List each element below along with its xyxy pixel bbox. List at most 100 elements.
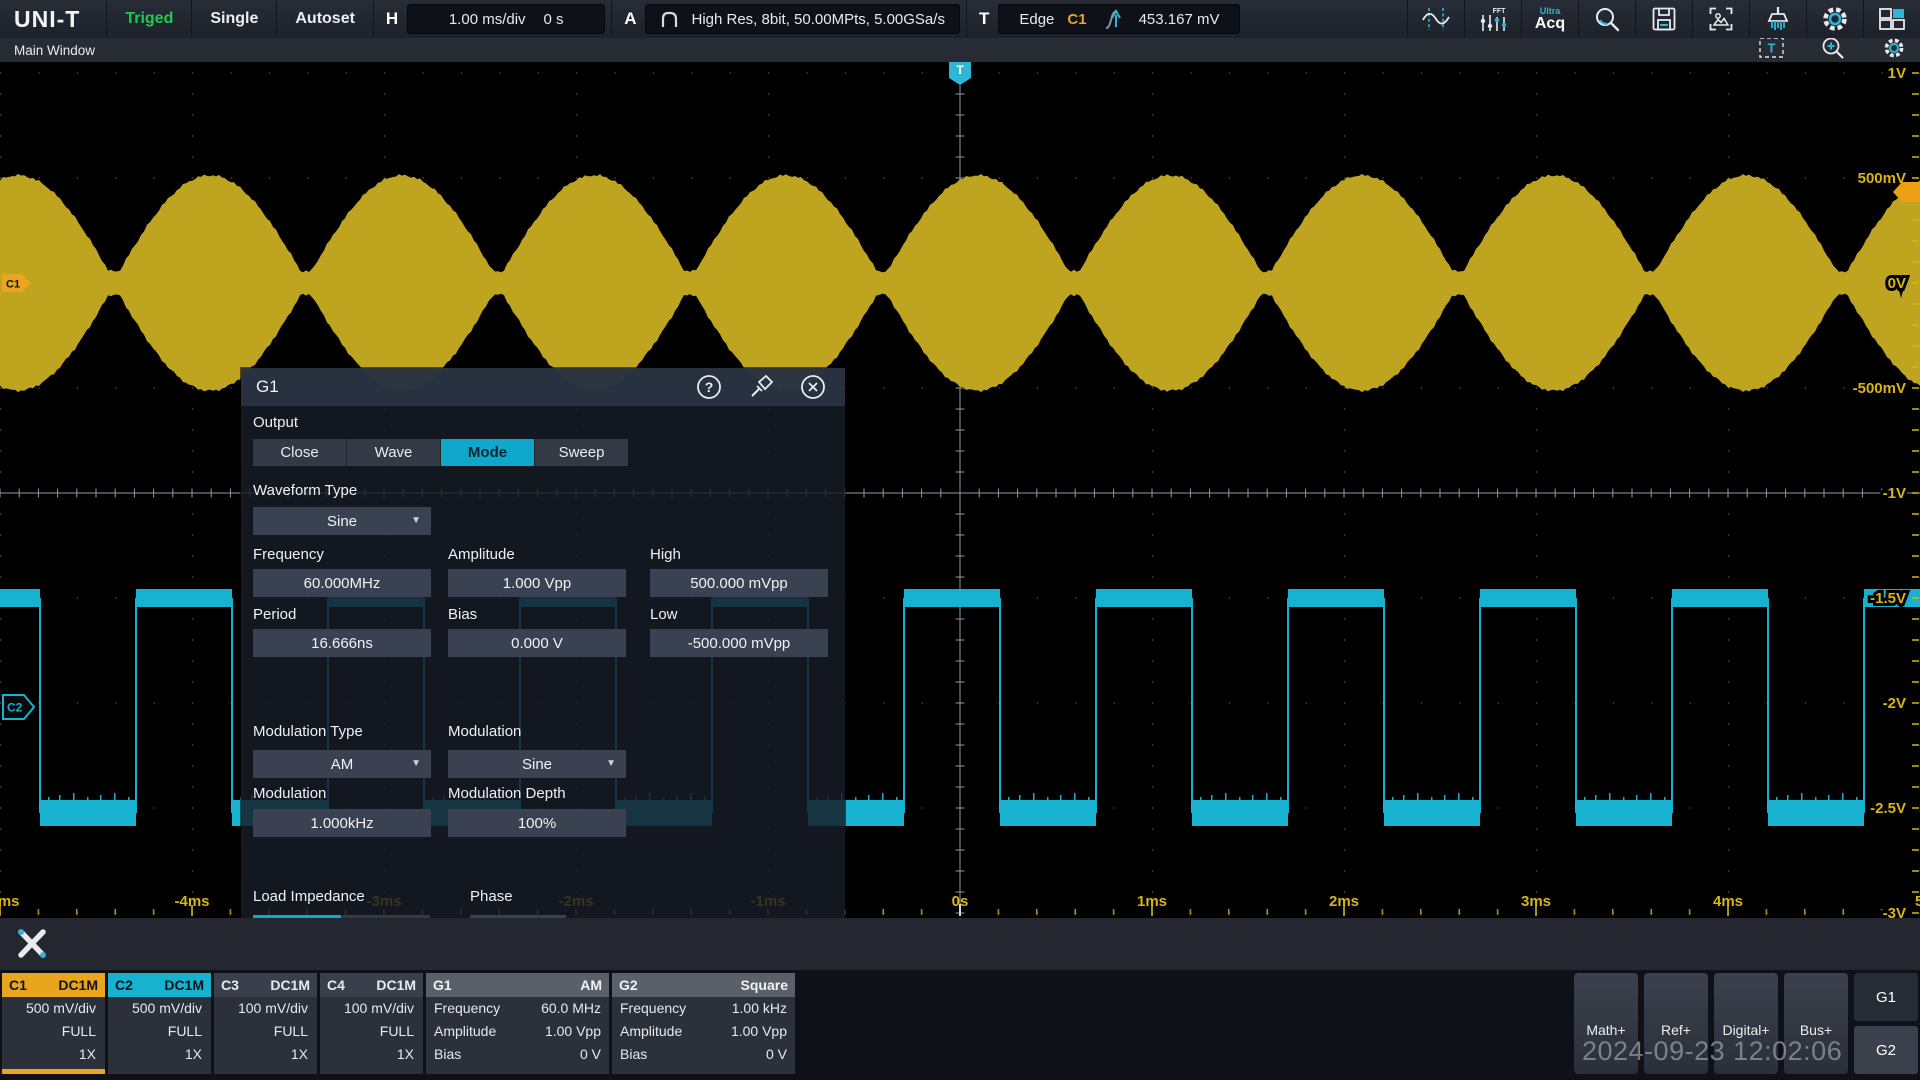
- channel1-marker[interactable]: C1: [2, 274, 32, 292]
- modulation-type-dropdown[interactable]: AM ▼: [253, 750, 431, 778]
- period-label: Period: [253, 606, 297, 623]
- settings-button[interactable]: [1806, 0, 1863, 38]
- search-button[interactable]: [1578, 0, 1635, 38]
- channel-setting: FULL: [61, 1023, 96, 1039]
- setting-label: Frequency: [620, 1000, 687, 1016]
- modulation-freq-field[interactable]: 1.000kHz: [253, 809, 431, 837]
- channel-id: C4: [327, 977, 345, 993]
- save-button[interactable]: [1635, 0, 1692, 38]
- g2-side-button[interactable]: G2: [1854, 1026, 1918, 1074]
- channel-setting: 1X: [78, 1046, 96, 1062]
- display-settings-button[interactable]: [1882, 36, 1906, 65]
- trigger-display[interactable]: Edge C1 453.167 mV: [998, 4, 1241, 34]
- generator-block-g2[interactable]: G2 Square Frequency 1.00 kHz Amplitude 1.00 V…: [612, 973, 795, 1074]
- timebase-display[interactable]: 1.00 ms/div 0 s: [407, 4, 606, 34]
- window-title: Main Window: [14, 42, 96, 58]
- ultra-acq-button[interactable]: Ultra Acq: [1521, 0, 1578, 38]
- output-mode-tabs: Close Wave Mode Sweep: [253, 439, 628, 466]
- setting-value: 1.00 Vpp: [544, 1023, 601, 1039]
- window-bar-icons: T: [1759, 36, 1906, 65]
- tab-close[interactable]: Close: [253, 439, 347, 466]
- pin-icon[interactable]: [748, 374, 774, 400]
- trigger-level: 453.167 mV: [1138, 10, 1220, 28]
- frequency-field[interactable]: 60.000MHz: [253, 569, 431, 597]
- generator-setting: Bias 0 V: [612, 1043, 795, 1066]
- channel-block-c1[interactable]: C1 DC1M 500 mV/div FULL 1X: [2, 973, 105, 1074]
- modulation-wave-dropdown[interactable]: Sine ▼: [448, 750, 626, 778]
- generator-block-g1[interactable]: G1 AM Frequency 60.0 MHz Amplitude 1.00 Vpp Bi…: [426, 973, 609, 1074]
- zoom-button[interactable]: [1821, 36, 1845, 65]
- dialog-title: G1: [256, 377, 279, 396]
- phase-label: Phase: [470, 888, 513, 905]
- active-channel-underline: [2, 1069, 105, 1074]
- generator-header: G1 AM: [426, 973, 609, 997]
- gear-icon: [1884, 38, 1904, 57]
- tab-wave[interactable]: Wave: [347, 439, 441, 466]
- zoom-plus-icon: [1822, 37, 1844, 59]
- tab-mode[interactable]: Mode: [441, 439, 535, 466]
- svg-text:C1: C1: [6, 279, 20, 291]
- crossed-probes-icon[interactable]: [12, 926, 50, 962]
- waveform-display[interactable]: -5ms-4ms-3ms-2ms-1ms0s1ms2ms3ms4ms5ms1V5…: [0, 62, 1920, 918]
- fft-icon: FFT: [1480, 8, 1507, 31]
- clear-button[interactable]: [1749, 0, 1806, 38]
- period-field[interactable]: 16.666ns: [253, 629, 431, 657]
- channel-block-c4[interactable]: C4 DC1M 100 mV/div FULL 1X: [320, 973, 423, 1074]
- close-icon[interactable]: [800, 374, 826, 400]
- waveform-type-dropdown[interactable]: Sine ▼: [253, 507, 431, 535]
- voltage-axis-label: -3V: [1883, 905, 1906, 918]
- math-button[interactable]: Math+: [1574, 973, 1638, 1074]
- trigger-position-marker[interactable]: T: [949, 62, 971, 85]
- amplitude-field[interactable]: 1.000 Vpp: [448, 569, 626, 597]
- chevron-down-icon: ▼: [606, 758, 616, 769]
- generator-mode: Square: [740, 977, 788, 993]
- toolbar-icons: FFT Ultra Acq: [1407, 0, 1920, 38]
- annotation-button[interactable]: T: [1759, 37, 1784, 63]
- channel2-marker[interactable]: C2: [2, 694, 36, 720]
- frequency-label: Frequency: [253, 546, 324, 563]
- digital-button[interactable]: Digital+: [1714, 973, 1778, 1074]
- setting-value: 0 V: [765, 1046, 787, 1062]
- gear-icon: [1823, 7, 1847, 31]
- channel-header: C4 DC1M: [320, 973, 423, 997]
- trigger-level-marker[interactable]: [1893, 182, 1920, 202]
- chevron-down-icon: ▼: [411, 758, 421, 769]
- trigger-status-button[interactable]: Triged: [106, 0, 191, 38]
- autoset-button[interactable]: Autoset: [276, 0, 373, 38]
- bias-label: Bias: [448, 606, 478, 623]
- generator-setting: Amplitude 1.00 Vpp: [612, 1020, 795, 1043]
- single-button[interactable]: Single: [191, 0, 276, 38]
- setting-value: 1.00 kHz: [731, 1000, 787, 1016]
- bias-field[interactable]: 0.000 V: [448, 629, 626, 657]
- pulse-icon: [662, 11, 678, 27]
- setting-value: 1.00 Vpp: [730, 1023, 787, 1039]
- high-field[interactable]: 500.000 mVpp: [650, 569, 828, 597]
- channel-coupling: DC1M: [376, 977, 416, 993]
- horizontal-offset: 0 s: [543, 10, 564, 28]
- channel-header: C2 DC1M: [108, 973, 211, 997]
- low-field[interactable]: -500.000 mVpp: [650, 629, 828, 657]
- ref-button[interactable]: Ref+: [1644, 973, 1708, 1074]
- fft-button[interactable]: FFT: [1464, 0, 1521, 38]
- channel-setting: 500 mV/div: [25, 1000, 96, 1016]
- channel-id: C3: [221, 977, 239, 993]
- help-icon[interactable]: ?: [696, 374, 722, 400]
- acquire-display[interactable]: High Res, 8bit, 50.00MPts, 5.00GSa/s: [645, 4, 960, 34]
- acquire-info: High Res, 8bit, 50.00MPts, 5.00GSa/s: [691, 10, 945, 28]
- screenshot-button[interactable]: [1692, 0, 1749, 38]
- channel-block-c2[interactable]: C2 DC1M 500 mV/div FULL 1X: [108, 973, 211, 1074]
- time-axis-label: 3ms: [1521, 893, 1551, 910]
- g1-side-button[interactable]: G1: [1854, 973, 1918, 1021]
- window-layout-button[interactable]: [1863, 0, 1920, 38]
- channel-block-c3[interactable]: C3 DC1M 100 mV/div FULL 1X: [214, 973, 317, 1074]
- output-label: Output: [253, 414, 299, 431]
- modulation-wave-label: Modulation: [448, 723, 522, 740]
- trigger-group: T Edge C1 453.167 mV: [965, 0, 1247, 38]
- tab-sweep[interactable]: Sweep: [535, 439, 628, 466]
- modulation-depth-field[interactable]: 100%: [448, 809, 626, 837]
- broom-icon: [1767, 7, 1789, 30]
- bus-button[interactable]: Bus+: [1784, 973, 1848, 1074]
- window-bar: Main Window T: [0, 36, 1920, 65]
- cursor-measure-button[interactable]: [1407, 0, 1464, 38]
- channel-setting: 500 mV/div: [131, 1000, 202, 1016]
